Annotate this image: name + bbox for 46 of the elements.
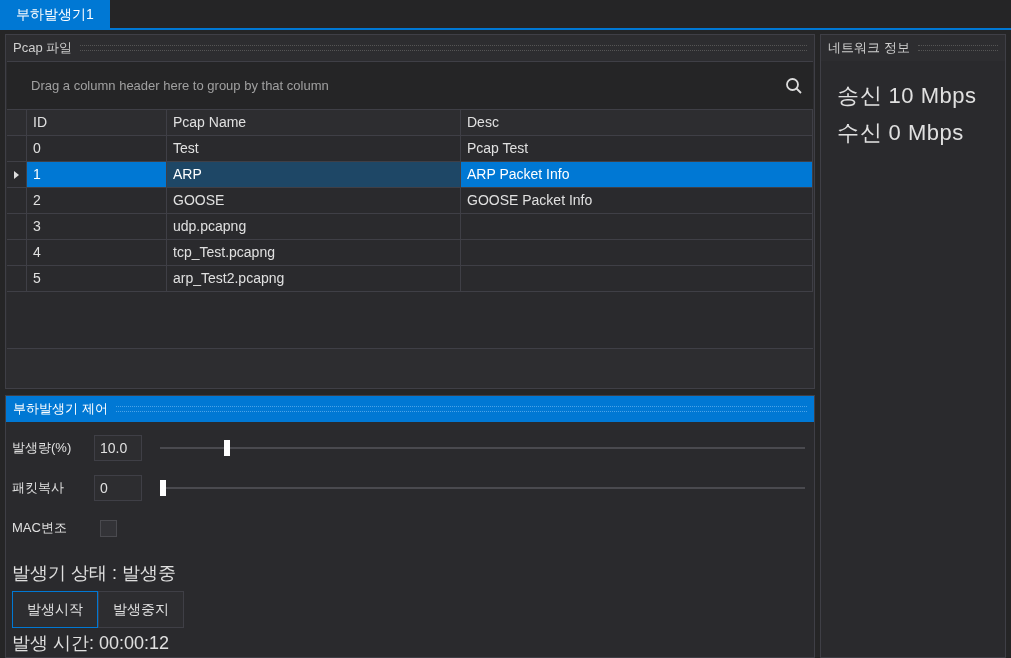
network-rate: 수신 0 Mbps [837, 119, 965, 147]
panel-title: Pcap 파일 [13, 39, 73, 58]
panel-title: 네트워크 정보 [828, 39, 910, 58]
setting-label: 패킷복사 [12, 479, 65, 498]
tab[interactable]: 부하발생기1 [0, 0, 110, 28]
table-cell: 1 [27, 162, 167, 187]
table-cell: arp_Test2.pcapng [167, 266, 461, 291]
table-row[interactable]: 4 tcp_Test.pcapng [7, 240, 813, 266]
table-row[interactable]: 2 GOOSE GOOSE Packet Info [7, 188, 813, 214]
table-cell: 3 [27, 214, 167, 239]
control-button[interactable]: 발생시작 [12, 591, 98, 628]
table-cell: udp.pcapng [167, 214, 461, 239]
input-field[interactable]: 10.0 [94, 435, 142, 461]
group-panel-hint: Drag a column header here to group by that column [31, 76, 329, 95]
network-rate: 송신 10 Mbps [837, 82, 978, 110]
column-header[interactable]: Desc [461, 110, 813, 135]
status-text: 발생기 상태 : 발생중 [12, 562, 177, 585]
table-cell: tcp_Test.pcapng [167, 240, 461, 265]
table-cell: 0 [27, 136, 167, 161]
table-row[interactable]: 5 arp_Test2.pcapng [7, 266, 813, 292]
column-header[interactable]: Pcap Name [167, 110, 461, 135]
slider[interactable] [160, 440, 805, 456]
row-indicator-icon [14, 170, 19, 179]
table-row[interactable]: 1 ARP ARP Packet Info [7, 162, 813, 188]
setting-label: MAC변조 [12, 519, 68, 538]
elapsed-time: 발생 시간: 00:00:12 [12, 632, 171, 655]
table-cell: GOOSE Packet Info [461, 188, 813, 213]
table-cell: ARP Packet Info [461, 162, 813, 187]
table-cell: 5 [27, 266, 167, 291]
slider-thumb[interactable] [160, 480, 166, 496]
table-cell: ARP [167, 162, 461, 187]
slider[interactable] [160, 480, 805, 496]
setting-label: 발생량(%) [12, 439, 73, 458]
control-button[interactable]: 발생중지 [98, 591, 184, 628]
checkbox[interactable] [100, 519, 117, 537]
table-cell: Test [167, 136, 461, 161]
panel-title: 부하발생기 제어 [13, 400, 108, 419]
input-field[interactable]: 0 [94, 475, 142, 501]
table-row[interactable]: 3 udp.pcapng [7, 214, 813, 240]
table-cell: 2 [27, 188, 167, 213]
table-cell: Pcap Test [461, 136, 813, 161]
column-header[interactable]: ID [27, 110, 167, 135]
slider-thumb[interactable] [223, 440, 230, 456]
table-cell: 4 [27, 240, 167, 265]
table-cell: GOOSE [167, 188, 461, 213]
search-icon[interactable] [785, 76, 803, 95]
